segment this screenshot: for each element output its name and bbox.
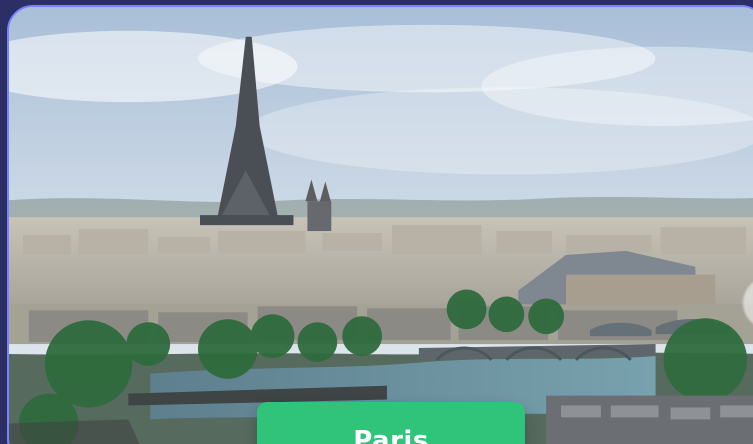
destination-card[interactable]: Paris	[7, 5, 753, 444]
city-label-badge[interactable]: Paris	[257, 402, 525, 444]
paris-skyline-photo	[9, 7, 753, 444]
city-label-text: Paris	[353, 426, 429, 444]
app-stage: Paris	[0, 0, 753, 444]
